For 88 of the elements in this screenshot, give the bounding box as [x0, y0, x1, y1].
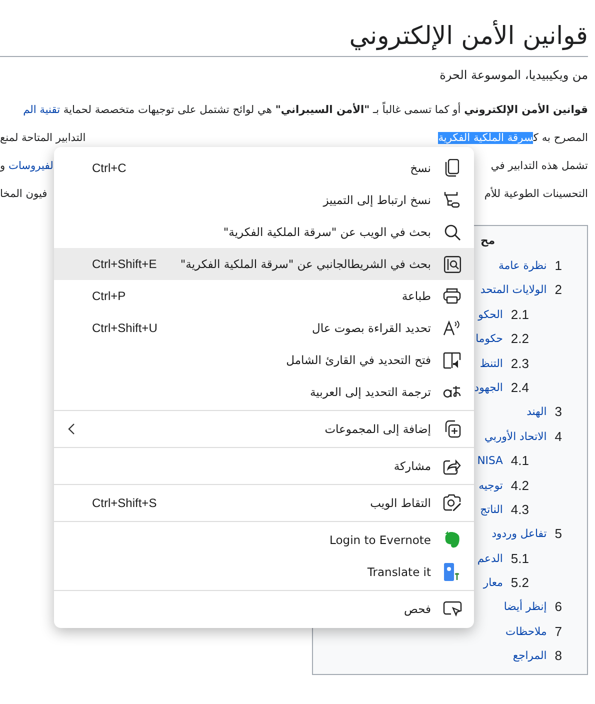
- menu-item-label: نسخ: [409, 161, 431, 175]
- section-number: 2.4: [510, 378, 529, 397]
- article-title: قوانين الأمن الإلكتروني: [0, 0, 588, 57]
- contents-link[interactable]: توجيه: [478, 474, 503, 498]
- contents-link[interactable]: حكوما: [476, 327, 503, 352]
- menu-item[interactable]: نسخ ارتباط إلى التمييز: [54, 184, 474, 216]
- section-number: 1: [554, 257, 562, 275]
- section-number: 4.1: [510, 452, 529, 470]
- contents-link[interactable]: الحكو: [478, 302, 503, 328]
- section-number: 4: [554, 428, 562, 446]
- read-aloud-icon: [443, 320, 461, 336]
- copy-icon: [445, 159, 459, 177]
- menu-item-label: بحث في الويب عن "سرقة الملكية الفكرية": [222, 225, 431, 239]
- section-number: 2.1: [510, 306, 529, 324]
- menu-item-label: التقاط الويب: [369, 496, 431, 510]
- body-text: التحسينات الطوعية للأم: [484, 188, 588, 200]
- body-text: أو كما تسمى غالباً بـ: [370, 104, 464, 116]
- contents-link[interactable]: الجهود: [474, 376, 503, 400]
- menu-item-label: تحديد القراءة بصوت عال: [310, 321, 431, 335]
- contents-link[interactable]: معار: [483, 571, 503, 596]
- capture-icon: [443, 494, 461, 512]
- contents-link[interactable]: الدعم: [477, 546, 503, 572]
- translator-icon: [444, 563, 460, 581]
- section-number: 4.2: [510, 476, 529, 495]
- shortcut-text: Ctrl+Shift+U: [92, 321, 158, 335]
- menu-item[interactable]: Login to Evernote: [54, 524, 474, 556]
- reader-icon: [443, 352, 461, 368]
- menu-item-label: Translate it: [366, 565, 431, 579]
- menu-item[interactable]: ترجمة التحديد إلى العربية: [54, 376, 474, 408]
- section-number: 7: [554, 622, 562, 641]
- contents-link[interactable]: NISA: [477, 449, 503, 474]
- menu-item-label: مشاركة: [392, 459, 431, 473]
- shortcut-text: Ctrl+P: [92, 289, 126, 303]
- shortcut-text: Ctrl+C: [92, 161, 126, 175]
- menu-item[interactable]: مشاركة: [54, 450, 474, 482]
- bold-text: قوانين الأمن الإلكتروني: [464, 104, 588, 116]
- contents-link[interactable]: تفاعل وردود: [492, 522, 547, 547]
- menu-item-label: بحث في الشريطالجانبي عن "سرقة الملكية الفكرية": [179, 257, 431, 271]
- menu-item[interactable]: إضافة إلى المجموعات: [54, 413, 474, 445]
- menu-item-label: فحص: [402, 602, 431, 616]
- menu-item-label: فتح التحديد في القارئ الشامل: [285, 353, 431, 367]
- shortcut-text: Ctrl+Shift+S: [92, 496, 157, 510]
- body-text: التدابير المتاحة لمنع: [0, 132, 86, 144]
- inspect-icon: [442, 601, 462, 617]
- share-icon: [443, 458, 461, 474]
- body-text: المصرح به ك: [533, 132, 588, 144]
- section-number: 2.2: [510, 330, 529, 348]
- contents-link[interactable]: نظرة عامة: [498, 254, 547, 278]
- section-number: 2: [554, 281, 562, 300]
- translate-icon: [443, 385, 461, 399]
- section-number: 8: [554, 647, 562, 666]
- menu-item-label: إضافة إلى المجموعات: [324, 422, 431, 436]
- bold-text: "الأمن السيبراني": [275, 104, 370, 116]
- body-text: تشمل هذه التدابير في: [490, 160, 588, 172]
- article-link[interactable]: لفيروسات: [8, 160, 54, 172]
- section-number: 2.3: [510, 354, 529, 373]
- menu-item[interactable]: Translate it: [54, 556, 474, 588]
- section-number: 5: [554, 525, 562, 544]
- article-link[interactable]: تقنية الم: [23, 104, 60, 116]
- menu-item-label: طباعة: [400, 289, 431, 303]
- contents-link[interactable]: الاتحاد الأوربي: [484, 424, 547, 450]
- contents-link[interactable]: الولايات المتحد: [480, 278, 547, 303]
- menu-item-label: Login to Evernote: [328, 533, 431, 547]
- contents-link[interactable]: ملاحظات: [506, 620, 547, 644]
- printer-icon: [443, 288, 461, 304]
- shortcut-text: Ctrl+Shift+E: [92, 257, 157, 271]
- article-subtitle: من ويكيبيديا، الموسوعة الحرة: [438, 67, 588, 83]
- menu-item[interactable]: فحص: [54, 593, 474, 625]
- menu-item[interactable]: فتح التحديد في القارئ الشامل: [54, 344, 474, 376]
- contents-link[interactable]: الهند: [526, 400, 547, 425]
- section-number: 5.1: [510, 550, 529, 568]
- section-number: 6: [554, 598, 562, 616]
- menu-item[interactable]: بحث في الويب عن "سرقة الملكية الفكرية": [54, 216, 474, 248]
- section-number: 5.2: [510, 574, 529, 592]
- contents-link[interactable]: إنظر أيضا: [504, 595, 547, 620]
- body-text: فيون المخا: [0, 188, 48, 200]
- section-number: 3: [554, 403, 562, 422]
- contents-title: مح: [480, 234, 495, 247]
- section-number: 4.3: [510, 500, 529, 519]
- body-text: هي لوائح تشتمل على توجيهات متخصصة لحماية: [62, 104, 273, 116]
- menu-item-label: ترجمة التحديد إلى العربية: [308, 385, 431, 399]
- collections-add-icon: [443, 420, 461, 438]
- search-icon: [444, 224, 460, 240]
- sidebar-search-icon: [444, 256, 460, 272]
- contents-link[interactable]: الناتج: [480, 498, 503, 522]
- contents-link[interactable]: التنظ: [480, 352, 503, 376]
- contents-link[interactable]: المراجع: [512, 644, 547, 669]
- menu-item-label: نسخ ارتباط إلى التمييز: [322, 193, 431, 207]
